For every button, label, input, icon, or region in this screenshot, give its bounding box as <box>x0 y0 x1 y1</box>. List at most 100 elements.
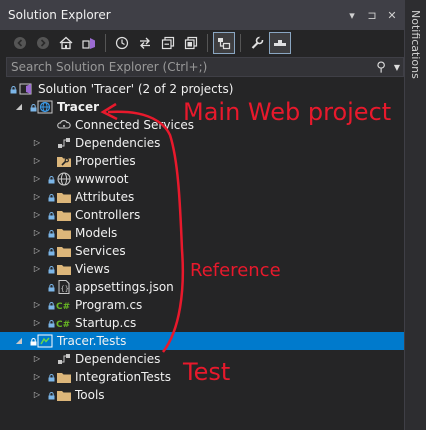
expand-arrow-icon[interactable]: ▷ <box>32 260 42 278</box>
close-icon[interactable]: ✕ <box>384 9 400 22</box>
expand-arrow-icon[interactable]: ▷ <box>32 314 42 332</box>
tree-item-label: wwwroot <box>75 172 129 186</box>
tree-item-label: Models <box>75 226 118 240</box>
folder-icon <box>56 224 72 242</box>
toolbar-separator <box>240 34 241 52</box>
tree-item-startup-cs[interactable]: ▷ C# Startup.cs <box>0 314 404 332</box>
source-control-lock-icon <box>48 206 56 224</box>
panel-title: Solution Explorer <box>8 8 111 22</box>
annotation-main-web-project: Main Web project <box>183 98 392 126</box>
source-control-lock-icon <box>48 314 56 332</box>
source-control-lock-icon <box>10 80 18 98</box>
source-control-lock-icon <box>48 188 56 206</box>
annotation-test: Test <box>183 358 231 386</box>
connected-services-cloud-icon <box>56 116 72 134</box>
tree-item-label: Services <box>75 244 126 258</box>
pending-changes-icon[interactable] <box>269 32 291 54</box>
expand-arrow-icon[interactable]: ▷ <box>32 296 42 314</box>
search-input[interactable] <box>7 60 371 74</box>
source-control-lock-icon <box>48 260 56 278</box>
tree-item-dependencies[interactable]: ▷ Dependencies <box>0 134 404 152</box>
folder-icon <box>56 260 72 278</box>
source-control-lock-icon <box>48 278 56 296</box>
tree-item-label: appsettings.json <box>75 280 174 294</box>
json-file-icon: {} <box>56 278 72 296</box>
expand-arrow-icon[interactable]: ▷ <box>32 206 42 224</box>
expand-arrow-icon[interactable]: ▷ <box>32 152 42 170</box>
tree-item-label: IntegrationTests <box>75 370 172 384</box>
project-label: Tracer <box>57 100 100 114</box>
toolbar-separator <box>207 34 208 52</box>
solution-icon <box>18 80 34 98</box>
tree-item-label: Dependencies <box>75 352 161 366</box>
test-project-icon <box>37 332 53 350</box>
tree-item-label: Controllers <box>75 208 141 222</box>
preview-selected-icon[interactable] <box>213 32 235 54</box>
folder-icon <box>56 368 72 386</box>
collapse-arrow-icon[interactable]: ◢ <box>14 98 24 116</box>
search-box: ⚲ ▼ <box>6 57 404 77</box>
expand-arrow-icon[interactable]: ▷ <box>32 224 42 242</box>
folder-icon <box>56 386 72 404</box>
csharp-file-icon: C# <box>56 314 72 332</box>
expand-arrow-icon[interactable]: ▷ <box>32 386 42 404</box>
home-icon[interactable] <box>56 33 76 53</box>
expand-arrow-icon[interactable]: ▷ <box>32 368 42 386</box>
csharp-file-icon: C# <box>56 296 72 314</box>
expand-arrow-icon[interactable]: ▷ <box>32 134 42 152</box>
source-control-lock-icon <box>48 170 56 188</box>
source-control-lock-icon <box>48 224 56 242</box>
source-control-lock-icon <box>48 368 56 386</box>
expand-arrow-icon[interactable]: ▷ <box>32 242 42 260</box>
collapse-all-icon[interactable] <box>158 33 178 53</box>
tree-item-wwwroot[interactable]: ▷ wwwroot <box>0 170 404 188</box>
solution-label: Solution 'Tracer' (2 of 2 projects) <box>38 82 234 96</box>
svg-text:C#: C# <box>56 320 70 330</box>
tree-item-label: Tools <box>75 388 105 402</box>
tree-item-label: Properties <box>75 154 136 168</box>
sync-icon[interactable] <box>135 33 155 53</box>
svg-text:{}: {} <box>61 285 69 293</box>
web-project-globe-icon <box>37 98 53 116</box>
globe-icon <box>56 170 72 188</box>
svg-text:C#: C# <box>56 302 70 312</box>
tree-item-program-cs[interactable]: ▷ C# Program.cs <box>0 296 404 314</box>
tree-item-label: Views <box>75 262 110 276</box>
annotation-reference: Reference <box>190 260 281 281</box>
tree-item-folder-models[interactable]: ▷ Models <box>0 224 404 242</box>
notifications-side-tab[interactable]: Notifications <box>404 0 426 430</box>
forward-icon[interactable] <box>33 33 53 53</box>
dependencies-icon <box>56 350 72 368</box>
auto-hide-pin-icon[interactable]: ⊐ <box>364 9 380 22</box>
tree-item-label: Program.cs <box>75 298 143 312</box>
solution-explorer-toolbar <box>0 30 404 56</box>
source-control-lock-icon <box>48 386 56 404</box>
window-position-dropdown-icon[interactable]: ▾ <box>344 9 360 22</box>
tree-item-properties[interactable]: ▷ Properties <box>0 152 404 170</box>
project-node-tracer-tests[interactable]: ◢ Tracer.Tests <box>0 332 404 350</box>
tree-item-folder-controllers[interactable]: ▷ Controllers <box>0 206 404 224</box>
tree-item-label: Connected Services <box>75 118 195 132</box>
history-icon[interactable] <box>112 33 132 53</box>
tree-item-label: Startup.cs <box>75 316 137 330</box>
notifications-tab-label: Notifications <box>409 10 422 79</box>
back-icon[interactable] <box>10 33 30 53</box>
expand-arrow-icon[interactable]: ▷ <box>32 188 42 206</box>
tree-item-folder-services[interactable]: ▷ Services <box>0 242 404 260</box>
collapse-arrow-icon[interactable]: ◢ <box>14 332 24 350</box>
tree-item-folder-tools[interactable]: ▷ Tools <box>0 386 404 404</box>
expand-arrow-icon[interactable]: ▷ <box>32 170 42 188</box>
project-label: Tracer.Tests <box>57 334 127 348</box>
search-icon[interactable]: ⚲ <box>371 60 391 75</box>
toolbar-separator <box>105 34 106 52</box>
expand-arrow-icon[interactable]: ▷ <box>32 350 42 368</box>
properties-wrench-icon[interactable] <box>247 33 267 53</box>
vs-switch-views-icon[interactable] <box>79 33 99 53</box>
show-all-files-icon[interactable] <box>181 33 201 53</box>
search-options-dropdown-icon[interactable]: ▼ <box>391 63 403 72</box>
folder-icon <box>56 188 72 206</box>
solution-tree: Solution 'Tracer' (2 of 2 projects) ◢ Tr… <box>0 80 404 404</box>
tree-item-label: Dependencies <box>75 136 161 150</box>
solution-node[interactable]: Solution 'Tracer' (2 of 2 projects) <box>0 80 404 98</box>
tree-item-folder-attributes[interactable]: ▷ Attributes <box>0 188 404 206</box>
